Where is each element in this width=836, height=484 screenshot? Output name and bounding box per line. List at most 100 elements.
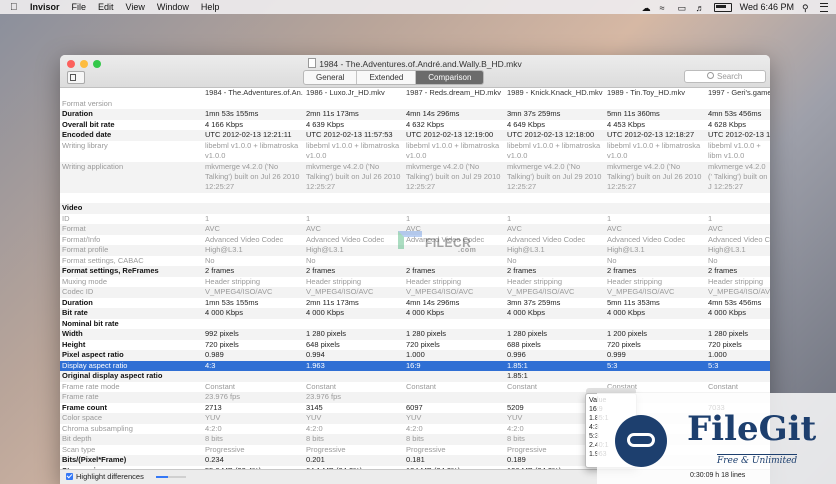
table-cell: Advanced Video Codec: [205, 234, 284, 244]
highlight-differences-checkbox[interactable]: [66, 473, 73, 480]
table-row[interactable]: ID 1 1 1 1 1 1: [60, 214, 770, 225]
column-header[interactable]: 1989 - Tin.Toy_HD.mkv: [607, 88, 705, 99]
battery-icon[interactable]: [713, 2, 732, 12]
row-label: ID: [62, 213, 70, 223]
table-cell: Progressive: [205, 444, 245, 454]
table-cell: mkvmerge v4.2.0 ('No Talking') built on …: [205, 161, 300, 191]
table-cell: Header stripping: [406, 276, 462, 286]
table-cell: 4 000 Kbps: [306, 308, 344, 317]
row-label: Frame rate: [62, 392, 99, 401]
table-row[interactable]: Original display aspect ratio 1.85:1: [60, 371, 770, 382]
row-label: Codec ID: [62, 287, 94, 296]
document-icon: [308, 58, 317, 68]
table-row[interactable]: [60, 193, 770, 204]
table-cell: 1.000: [406, 350, 425, 359]
table-cell: 688 pixels: [507, 339, 541, 349]
table-row[interactable]: Format settings, ReFrames 2 frames 2 frame…: [60, 266, 770, 277]
wifi-icon[interactable]: ≈: [660, 3, 670, 13]
table-row[interactable]: Muxing mode Header stripping Header stripp…: [60, 277, 770, 288]
column-header[interactable]: 1987 - Reds.dream_HD.mkv: [406, 88, 504, 99]
table-row[interactable]: Writing library libebml v1.0.0 + libmatro…: [60, 141, 770, 162]
table-cell: Header stripping: [507, 276, 563, 286]
table-row[interactable]: Frame rate mode Constant Constant Constant C…: [60, 382, 770, 393]
table-cell: 2 frames: [406, 266, 436, 275]
table-row[interactable]: Width 992 pixels 1 280 pixels 1 280 pixels 1…: [60, 329, 770, 340]
table-cell: libebml v1.0.0 + libmatroska v1.0.0: [205, 140, 299, 160]
table-cell: 5:3: [607, 360, 618, 370]
table-row[interactable]: Format settings, CABAC No No No No No: [60, 256, 770, 267]
table-cell: Header stripping: [306, 276, 362, 286]
toggle-sidebar-button[interactable]: [67, 71, 85, 84]
table-cell: 1: [708, 213, 713, 223]
table-row[interactable]: Video: [60, 203, 770, 214]
row-label: Writing library: [62, 140, 108, 150]
table-row[interactable]: Format version: [60, 99, 770, 110]
table-row[interactable]: Writing application mkvmerge v4.2.0 ('No …: [60, 161, 770, 193]
menu-file[interactable]: File: [72, 2, 87, 12]
column-header[interactable]: 1997 - Geri's.game_: [708, 88, 770, 99]
table-cell: V_MPEG4/ISO/AVC: [708, 287, 770, 296]
menu-window[interactable]: Window: [157, 2, 189, 12]
table-cell: mkvmerge v4.2.0 ('No Talking') built on …: [607, 161, 702, 191]
column-header[interactable]: 1989 - Knick.Knack_HD.mkv: [507, 88, 605, 99]
table-cell: 8 bits: [205, 434, 223, 443]
row-label: Chroma subsampling: [62, 423, 133, 433]
column-header[interactable]: 1984 - The.Adventures.of.An...: [205, 88, 303, 99]
table-row[interactable]: Encoded date UTC 2012-02-13 12:21:11 UTC 2…: [60, 130, 770, 141]
table-row[interactable]: Codec ID V_MPEG4/ISO/AVC V_MPEG4/ISO/AVC V_…: [60, 287, 770, 298]
table-cell: 4mn 14s 296ms: [406, 109, 460, 118]
table-cell: 3mn 37s 259ms: [507, 109, 561, 118]
table-row[interactable]: Nominal bit rate: [60, 319, 770, 330]
table-cell: 1mn 53s 155ms: [205, 109, 259, 118]
column-header[interactable]: 1986 - Luxo.Jr_HD.mkv: [306, 88, 404, 99]
table-cell: AVC: [607, 224, 622, 233]
table-cell: 3145: [306, 402, 323, 412]
spotlight-icon[interactable]: ⚲: [802, 3, 812, 13]
table-cell: mkvmerge v4.2.0 ('No Talking') built on …: [306, 161, 401, 191]
apple-menu-icon[interactable]: : [10, 2, 22, 13]
tab-general[interactable]: General: [304, 71, 358, 84]
table-row[interactable]: Duration 1mn 53s 155ms 2mn 11s 173ms 4mn 14…: [60, 109, 770, 120]
cloud-icon[interactable]: ☁: [642, 3, 652, 13]
row-label: Video: [62, 203, 83, 212]
table-cell: High@L3.1: [708, 245, 746, 254]
row-label: Muxing mode: [62, 276, 108, 286]
search-field[interactable]: Search: [684, 70, 766, 83]
table-cell: High@L3.1: [507, 245, 545, 254]
timecode-readout: 0:30:09 h 18 lines: [690, 472, 746, 479]
table-row[interactable]: Pixel aspect ratio 0.989 0.994 1.000 0.996 0.…: [60, 350, 770, 361]
menu-app-name[interactable]: Invisor: [30, 2, 60, 12]
row-label: Writing application: [62, 161, 124, 171]
table-cell: 4:2:0: [205, 423, 222, 433]
row-label: Format profile: [62, 245, 109, 254]
table-row[interactable]: Bit rate 4 000 Kbps 4 000 Kbps 4 000 Kbps 4 …: [60, 308, 770, 319]
menu-edit[interactable]: Edit: [98, 2, 114, 12]
volume-icon[interactable]: ♬: [696, 3, 706, 13]
menubar-clock[interactable]: Wed 6:46 PM: [740, 2, 794, 12]
table-row[interactable]: Duration 1mn 53s 155ms 2mn 11s 173ms 4mn 14…: [60, 298, 770, 309]
table-cell: 2mn 11s 173ms: [306, 297, 359, 307]
row-label: Encoded date: [62, 130, 112, 139]
menu-view[interactable]: View: [126, 2, 145, 12]
table-cell: No: [205, 255, 215, 265]
tab-comparison[interactable]: Comparison: [416, 71, 484, 84]
menu-help[interactable]: Help: [201, 2, 220, 12]
table-cell: 2713: [205, 402, 222, 412]
table-row[interactable]: Height 720 pixels 648 pixels 720 pixels 688 …: [60, 340, 770, 351]
table-cell: 1.000: [708, 350, 727, 359]
notification-center-icon[interactable]: [820, 2, 828, 12]
table-cell: 720 pixels: [205, 339, 239, 349]
row-label: Duration: [62, 297, 93, 307]
row-label: Format settings, ReFrames: [62, 266, 159, 275]
table-cell: 6097: [406, 402, 423, 412]
table-row[interactable]: Overall bit rate 4 166 Kbps 4 639 Kbps 4 63…: [60, 120, 770, 131]
airplay-icon[interactable]: ▭: [678, 3, 688, 13]
table-cell: 0.999: [607, 350, 626, 359]
row-label: Frame count: [62, 402, 108, 412]
table-cell: 4 000 Kbps: [406, 308, 444, 317]
table-cell: High@L3.1: [607, 245, 645, 254]
table-cell: V_MPEG4/ISO/AVC: [306, 287, 374, 296]
table-row-selected[interactable]: Display aspect ratio 4:3 1.963 16:9 1.85:1 5:…: [60, 360, 770, 371]
tab-extended[interactable]: Extended: [357, 71, 417, 84]
table-cell: mkvmerge v4.2.0 (' Talking') built on J …: [708, 161, 768, 191]
